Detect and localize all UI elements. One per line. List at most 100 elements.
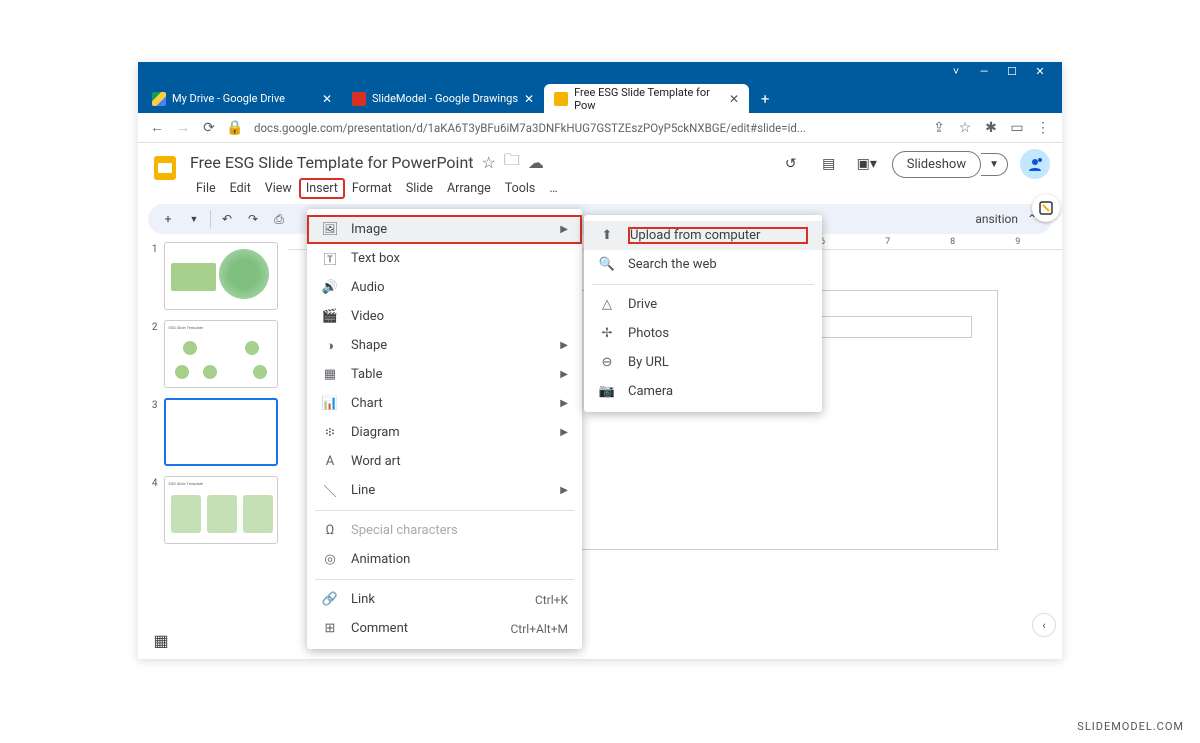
slides-logo-icon[interactable] — [150, 153, 180, 183]
slide-thumbnails: 1 2 ESG Slide Template — [138, 234, 288, 659]
nav-reload-button[interactable]: ⟳ — [198, 117, 220, 139]
tab-close-icon[interactable]: ✕ — [524, 92, 534, 106]
insert-audio-item[interactable]: 🔊 Audio — [307, 273, 582, 302]
insert-diagram-item[interactable]: ፨ Diagram ▶ — [307, 418, 582, 447]
menu-file[interactable]: File — [190, 179, 222, 198]
nav-back-button[interactable]: ← — [146, 117, 168, 139]
slideshow-dropdown-button[interactable]: ▼ — [981, 153, 1008, 176]
document-title[interactable]: Free ESG Slide Template for PowerPoint — [190, 153, 474, 172]
menu-item-label: Word art — [351, 454, 568, 469]
window-close-button[interactable]: ✕ — [1026, 62, 1054, 80]
menu-tools[interactable]: Tools — [499, 179, 542, 198]
menu-item-label: Animation — [351, 552, 568, 567]
redo-button[interactable]: ↷ — [243, 209, 263, 229]
thumbnail-2[interactable]: 2 ESG Slide Template — [148, 320, 278, 388]
table-icon: ▦ — [321, 367, 339, 382]
insert-animation-item[interactable]: ◎ Animation — [307, 545, 582, 574]
photos-item[interactable]: ✢ Photos — [584, 319, 822, 348]
slides-app: Free ESG Slide Template for PowerPoint ☆… — [138, 143, 1062, 659]
menu-view[interactable]: View — [259, 179, 298, 198]
browser-tab-drawings[interactable]: SlideModel - Google Drawings ✕ — [342, 84, 544, 113]
submenu-arrow-icon: ▶ — [560, 427, 568, 438]
menu-item-label: By URL — [628, 355, 808, 370]
insert-table-item[interactable]: ▦ Table ▶ — [307, 360, 582, 389]
browser-tab-slides[interactable]: Free ESG Slide Template for Pow ✕ — [544, 84, 749, 113]
history-icon[interactable]: ↺ — [778, 151, 804, 177]
camera-icon: 📷 — [598, 384, 616, 399]
title-and-menu: Free ESG Slide Template for PowerPoint ☆… — [190, 149, 564, 198]
thumbnail-1[interactable]: 1 — [148, 242, 278, 310]
menu-item-label: Audio — [351, 280, 568, 295]
explore-collapse-button[interactable]: ‹ — [1032, 613, 1056, 637]
nav-forward-button[interactable]: → — [172, 117, 194, 139]
share-button[interactable] — [1020, 149, 1050, 179]
undo-button[interactable]: ↶ — [217, 209, 237, 229]
menu-slide[interactable]: Slide — [400, 179, 439, 198]
line-icon: ＼ — [321, 481, 339, 500]
insert-chart-item[interactable]: 📊 Chart ▶ — [307, 389, 582, 418]
menu-edit[interactable]: Edit — [224, 179, 257, 198]
thumbnail-4[interactable]: 4 ESG Slide Template — [148, 476, 278, 544]
header-right-controls: ↺ ▤ ▣▾ Slideshow ▼ — [778, 149, 1050, 179]
tab-close-icon[interactable]: ✕ — [729, 92, 739, 106]
insert-video-item[interactable]: 🎬 Video — [307, 302, 582, 331]
new-tab-button[interactable]: + — [753, 87, 777, 111]
url-icon: ⊖ — [598, 355, 616, 370]
tab-close-icon[interactable]: ✕ — [322, 92, 332, 106]
grid-view-button[interactable]: ▦ — [150, 629, 172, 651]
title-line: Free ESG Slide Template for PowerPoint ☆… — [190, 149, 564, 176]
url-text[interactable]: docs.google.com/presentation/d/1aKA6T3yB… — [250, 121, 924, 135]
menu-more[interactable]: … — [543, 179, 563, 198]
search-web-item[interactable]: 🔍 Search the web — [584, 250, 822, 279]
diagram-icon: ፨ — [321, 425, 339, 440]
browser-menu-icon[interactable]: ⋮ — [1032, 117, 1054, 139]
meet-icon[interactable]: ▣▾ — [854, 151, 880, 177]
by-url-item[interactable]: ⊖ By URL — [584, 348, 822, 377]
move-folder-icon[interactable]: 🗀 — [504, 149, 520, 176]
site-lock-icon[interactable]: 🔒 — [224, 117, 246, 139]
side-panel-toggle[interactable] — [1032, 194, 1060, 222]
browser-tab-drive[interactable]: My Drive - Google Drive ✕ — [142, 84, 342, 113]
window-minimize-button[interactable]: — — [970, 62, 998, 80]
address-bar: ← → ⟳ 🔒 docs.google.com/presentation/d/1… — [138, 113, 1062, 143]
menu-format[interactable]: Format — [346, 179, 398, 198]
insert-comment-item[interactable]: ⊞ Comment Ctrl+Alt+M — [307, 614, 582, 643]
transition-button[interactable]: ansition — [975, 212, 1018, 226]
upload-from-computer-item[interactable]: ⬆ Upload from computer — [584, 221, 822, 250]
menu-insert[interactable]: Insert — [300, 179, 344, 198]
tab-title: Free ESG Slide Template for Pow — [574, 86, 723, 112]
comment-icon: ⊞ — [321, 621, 339, 636]
insert-wordart-item[interactable]: A Word art — [307, 447, 582, 476]
watermark-label: SLIDEMODEL.COM — [1077, 720, 1184, 733]
new-slide-dropdown[interactable]: ▼ — [184, 209, 204, 229]
slideshow-button[interactable]: Slideshow — [892, 151, 981, 178]
window-maximize-button[interactable]: ☐ — [998, 62, 1026, 80]
shape-icon: ◑ — [321, 338, 339, 354]
camera-item[interactable]: 📷 Camera — [584, 377, 822, 406]
insert-shape-item[interactable]: ◑ Shape ▶ — [307, 331, 582, 360]
animation-icon: ◎ — [321, 552, 339, 567]
menu-item-label: Chart — [351, 396, 548, 411]
insert-textbox-item[interactable]: 🅃 Text box — [307, 244, 582, 273]
submenu-arrow-icon: ▶ — [560, 398, 568, 409]
browser-tabstrip: My Drive - Google Drive ✕ SlideModel - G… — [138, 80, 1062, 113]
search-icon: 🔍 — [598, 257, 616, 272]
textbox-icon: 🅃 — [321, 249, 339, 268]
bookmark-star-icon[interactable]: ☆ — [954, 117, 976, 139]
menu-arrange[interactable]: Arrange — [441, 179, 497, 198]
extensions-icon[interactable]: ✱ — [980, 117, 1002, 139]
thumbnail-3[interactable]: 3 — [148, 398, 278, 466]
share-page-icon[interactable]: ⇪ — [928, 117, 950, 139]
window-chevron-icon[interactable]: ˅ — [942, 62, 970, 80]
star-icon[interactable]: ☆ — [482, 153, 496, 172]
cloud-status-icon[interactable]: ☁ — [528, 153, 544, 172]
print-button[interactable]: ⎙ — [269, 209, 289, 229]
reader-icon[interactable]: ▭ — [1006, 117, 1028, 139]
new-slide-button[interactable]: + — [158, 209, 178, 229]
insert-line-item[interactable]: ＼ Line ▶ — [307, 476, 582, 505]
drive-item[interactable]: △ Drive — [584, 290, 822, 319]
insert-image-item[interactable]: 🖼 Image ▶ — [307, 215, 582, 244]
comments-icon[interactable]: ▤ — [816, 151, 842, 177]
menu-item-label: Special characters — [351, 523, 568, 538]
insert-link-item[interactable]: 🔗 Link Ctrl+K — [307, 585, 582, 614]
